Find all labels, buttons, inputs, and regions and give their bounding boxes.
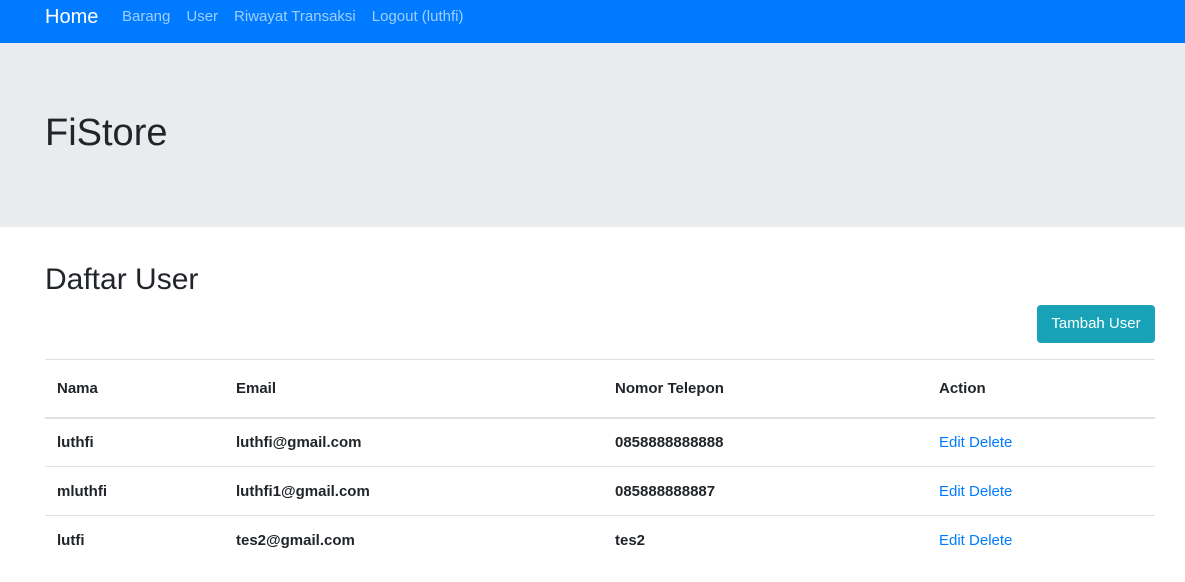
add-user-button[interactable]: Tambah User (1037, 305, 1155, 343)
page-title: Daftar User (45, 263, 199, 296)
table-header-row: Nama Email Nomor Telepon Action (45, 359, 1155, 419)
cell-nama: mluthfi (45, 466, 224, 516)
cell-email: tes2@gmail.com (224, 515, 603, 565)
nav-link-logout[interactable]: Logout (luthfi) (372, 8, 464, 26)
cell-phone: tes2 (603, 515, 927, 565)
column-header-nama: Nama (45, 359, 224, 419)
delete-link[interactable]: Delete (969, 532, 1012, 549)
nav-link-user[interactable]: User (186, 8, 218, 26)
table-body: luthfi luthfi@gmail.com 0858888888888 Ed… (45, 418, 1155, 565)
cell-email: luthfi@gmail.com (236, 433, 362, 451)
edit-link[interactable]: Edit (939, 532, 965, 549)
edit-link[interactable]: Edit (939, 483, 965, 500)
jumbotron: FiStore (0, 43, 1185, 227)
delete-link[interactable]: Delete (969, 434, 1012, 451)
cell-action: Edit Delete (927, 466, 1155, 516)
nav-link-barang[interactable]: Barang (122, 8, 170, 26)
cell-phone: 0858888888888 (615, 433, 724, 451)
cell-action: Edit Delete (927, 515, 1155, 565)
delete-link[interactable]: Delete (969, 483, 1012, 500)
column-header-email: Email (224, 359, 603, 419)
table-header: Nama Email Nomor Telepon Action (45, 359, 1155, 419)
cell-nama: luthfi (57, 433, 94, 451)
cell-phone: 085888888887 (603, 466, 927, 516)
column-header-action: Action (927, 359, 1155, 419)
edit-link[interactable]: Edit (939, 434, 965, 451)
top-navbar: Home Barang User Riwayat Transaksi Logou… (0, 0, 1185, 43)
nav-brand-home[interactable]: Home (45, 6, 98, 28)
user-table: Nama Email Nomor Telepon Action luthfi l… (45, 359, 1155, 565)
cell-email: luthfi1@gmail.com (224, 466, 603, 516)
cell-nama: lutfi (45, 515, 224, 565)
nav-links: Barang User Riwayat Transaksi Logout (lu… (122, 8, 464, 26)
nav-link-riwayat-transaksi[interactable]: Riwayat Transaksi (234, 8, 356, 26)
table-row: luthfi luthfi@gmail.com 0858888888888 Ed… (45, 418, 1155, 467)
table-row: mluthfi luthfi1@gmail.com 085888888887 E… (45, 466, 1155, 516)
column-header-nomor-telepon: Nomor Telepon (603, 359, 927, 419)
cell-action: Edit Delete (927, 418, 1155, 467)
table-row: lutfi tes2@gmail.com tes2 Edit Delete (45, 515, 1155, 565)
store-title: FiStore (45, 112, 168, 154)
